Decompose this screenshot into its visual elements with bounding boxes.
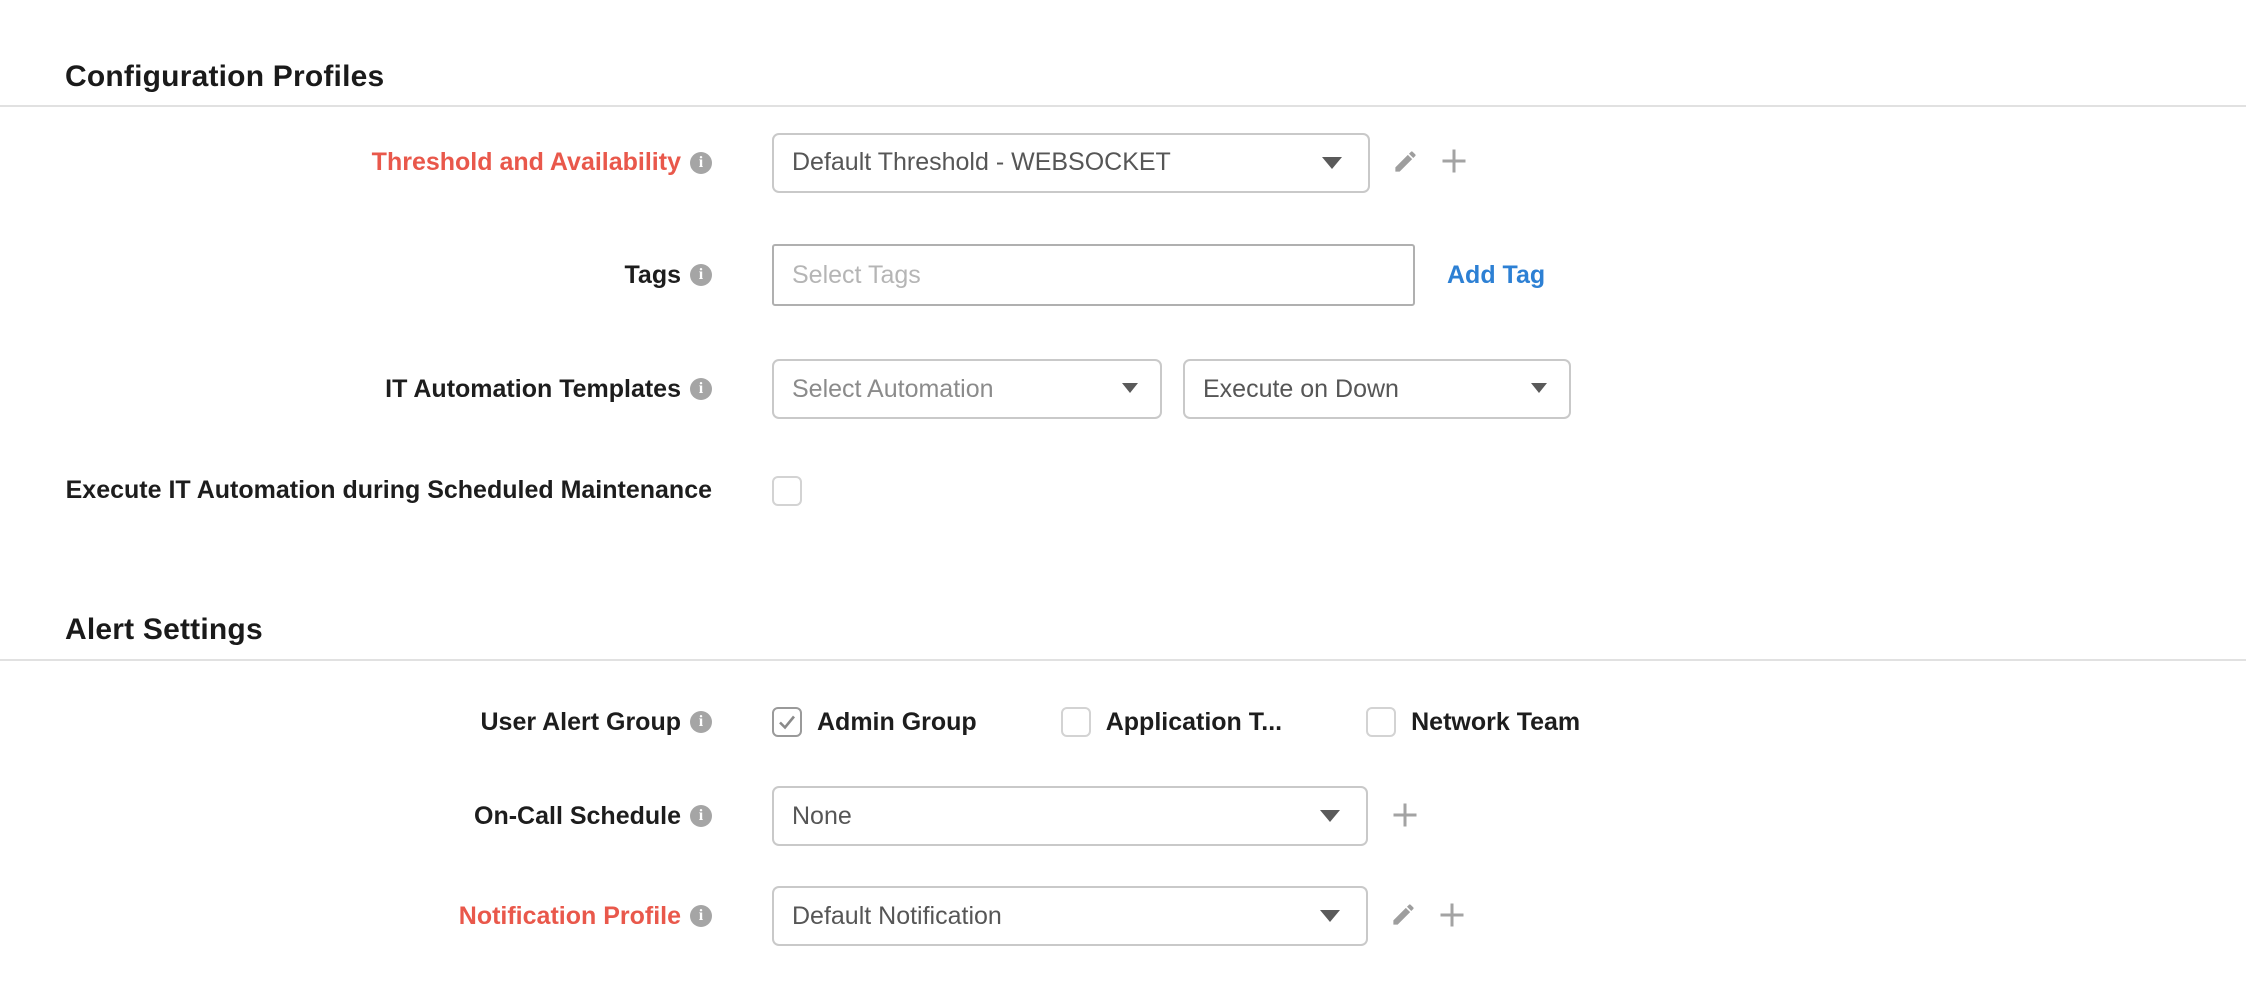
threshold-profile-select[interactable]: Default Threshold - WEBSOCKET [772, 133, 1370, 193]
automation-action-value: Execute on Down [1203, 375, 1399, 404]
info-icon[interactable]: i [690, 152, 712, 174]
user-alert-group-label: User Alert Group [480, 708, 681, 737]
on-call-label-group: On-Call Schedule i [0, 802, 712, 831]
row-tags: Tags i Add Tag [0, 244, 2246, 306]
checkbox-label-network-team[interactable]: Network Team [1411, 708, 1580, 737]
chevron-down-icon [1320, 910, 1340, 922]
checkbox-label-application-team[interactable]: Application T... [1106, 708, 1282, 737]
tags-input[interactable] [772, 244, 1415, 306]
add-notification-profile-button[interactable] [1437, 900, 1467, 933]
on-call-schedule-select[interactable]: None [772, 786, 1368, 846]
info-icon[interactable]: i [690, 905, 712, 927]
monitor-configuration-form: Configuration Profiles Threshold and Ava… [0, 0, 2246, 988]
chevron-down-icon [1322, 157, 1342, 169]
info-icon[interactable]: i [690, 378, 712, 400]
on-call-field-group: None [772, 786, 1420, 846]
checkbox-application-team[interactable] [1061, 707, 1091, 737]
automation-field-group: Select Automation Execute on Down [772, 359, 1571, 419]
user-alert-group-options: Admin Group Application T... Network Tea… [772, 707, 1580, 737]
on-call-label: On-Call Schedule [474, 802, 681, 831]
row-notification-profile: Notification Profile i Default Notificat… [0, 885, 2246, 947]
tags-label: Tags [625, 261, 682, 290]
checkbox-network-team[interactable] [1366, 707, 1396, 737]
maintenance-field-group [772, 476, 802, 506]
automation-label: IT Automation Templates [385, 375, 681, 404]
notification-profile-select[interactable]: Default Notification [772, 886, 1368, 946]
automation-label-group: IT Automation Templates i [0, 375, 712, 404]
tags-label-group: Tags i [0, 261, 712, 290]
pencil-icon [1390, 901, 1417, 931]
automation-template-select[interactable]: Select Automation [772, 359, 1162, 419]
row-execute-maintenance: Execute IT Automation during Scheduled M… [0, 475, 2246, 506]
alert-group-option-application-team: Application T... [1061, 707, 1282, 737]
section-divider [0, 105, 2246, 107]
section-divider [0, 659, 2246, 661]
notification-field-group: Default Notification [772, 886, 1467, 946]
threshold-label: Threshold and Availability [372, 148, 681, 177]
edit-notification-profile-button[interactable] [1390, 901, 1417, 931]
plus-icon [1437, 900, 1467, 933]
info-icon[interactable]: i [690, 264, 712, 286]
threshold-field-group: Default Threshold - WEBSOCKET [772, 133, 1469, 193]
automation-action-select[interactable]: Execute on Down [1183, 359, 1571, 419]
add-tag-link[interactable]: Add Tag [1447, 261, 1545, 290]
on-call-schedule-value: None [792, 802, 852, 831]
add-on-call-schedule-button[interactable] [1390, 800, 1420, 833]
info-icon[interactable]: i [690, 805, 712, 827]
add-threshold-profile-button[interactable] [1439, 146, 1469, 179]
row-user-alert-group: User Alert Group i Admin Group Applicati… [0, 700, 2246, 744]
tags-field-group: Add Tag [772, 244, 1545, 306]
section-title-alert-settings: Alert Settings [65, 613, 263, 647]
row-on-call-schedule: On-Call Schedule i None [0, 785, 2246, 847]
threshold-profile-value: Default Threshold - WEBSOCKET [792, 148, 1171, 177]
user-alert-group-label-group: User Alert Group i [0, 708, 712, 737]
threshold-label-group: Threshold and Availability i [0, 148, 712, 177]
row-threshold-and-availability: Threshold and Availability i Default Thr… [0, 132, 2246, 193]
maintenance-label: Execute IT Automation during Scheduled M… [66, 476, 712, 505]
alert-group-option-network-team: Network Team [1366, 707, 1580, 737]
notification-profile-value: Default Notification [792, 902, 1002, 931]
chevron-down-icon [1320, 810, 1340, 822]
info-icon[interactable]: i [690, 711, 712, 733]
chevron-down-icon [1531, 383, 1547, 393]
plus-icon [1390, 800, 1420, 833]
checkbox-admin-group[interactable] [772, 707, 802, 737]
notification-profile-label: Notification Profile [459, 902, 681, 931]
maintenance-checkbox[interactable] [772, 476, 802, 506]
alert-group-option-admin-group: Admin Group [772, 707, 977, 737]
plus-icon [1439, 146, 1469, 179]
chevron-down-icon [1122, 383, 1138, 393]
checkbox-label-admin-group[interactable]: Admin Group [817, 708, 977, 737]
pencil-icon [1392, 148, 1419, 178]
edit-threshold-profile-button[interactable] [1392, 148, 1419, 178]
maintenance-label-group: Execute IT Automation during Scheduled M… [0, 476, 712, 505]
section-title-configuration-profiles: Configuration Profiles [65, 60, 384, 94]
notification-label-group: Notification Profile i [0, 902, 712, 931]
automation-template-value: Select Automation [792, 375, 994, 404]
row-it-automation-templates: IT Automation Templates i Select Automat… [0, 358, 2246, 420]
